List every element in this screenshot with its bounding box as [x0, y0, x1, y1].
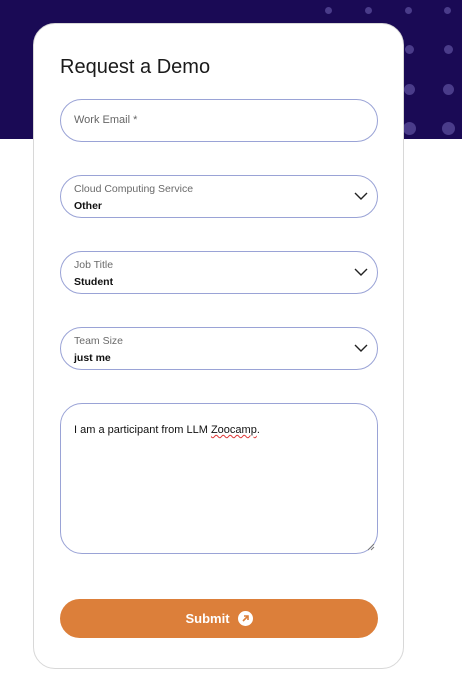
job-title-label: Job Title: [74, 259, 114, 271]
decorative-dot: [405, 7, 412, 14]
decorative-dot: [403, 122, 416, 135]
team-size-label: Team Size: [74, 335, 124, 347]
cloud-service-label: Cloud Computing Service: [74, 183, 194, 195]
cloud-service-value: Other: [74, 200, 103, 212]
decorative-dot: [444, 45, 453, 54]
job-title-select[interactable]: Job Title Student: [60, 251, 378, 294]
message-suffix: .: [256, 424, 260, 436]
message-prefix: I am a participant from LLM: [74, 424, 211, 436]
decorative-dot: [404, 84, 415, 95]
chevron-down-icon: [354, 344, 368, 352]
submit-button[interactable]: Submit: [60, 599, 378, 638]
chevron-down-icon: [354, 268, 368, 276]
decorative-dot: [444, 7, 451, 14]
work-email-field[interactable]: Work Email *: [60, 99, 378, 142]
work-email-placeholder: Work Email *: [74, 114, 138, 126]
demo-request-form: Request a Demo Work Email * Cloud Comput…: [33, 23, 404, 669]
decorative-dot: [443, 84, 454, 95]
decorative-dot: [405, 45, 414, 54]
cloud-service-select[interactable]: Cloud Computing Service Other: [60, 175, 378, 218]
resize-handle-icon[interactable]: [367, 543, 375, 551]
submit-label: Submit: [185, 611, 230, 626]
chevron-down-icon: [354, 192, 368, 200]
misspelled-word: Zoocamp: [210, 424, 257, 436]
team-size-select[interactable]: Team Size just me: [60, 327, 378, 370]
arrow-up-right-icon: [237, 611, 253, 626]
team-size-value: just me: [74, 352, 111, 364]
decorative-dot: [365, 7, 372, 14]
message-textarea[interactable]: I am a participant from LLM Zoocamp.: [60, 403, 378, 554]
job-title-value: Student: [74, 276, 114, 288]
message-text: I am a participant from LLM Zoocamp.: [74, 424, 260, 436]
decorative-dot: [442, 122, 455, 135]
decorative-dot: [325, 7, 332, 14]
form-title: Request a Demo: [60, 56, 211, 78]
